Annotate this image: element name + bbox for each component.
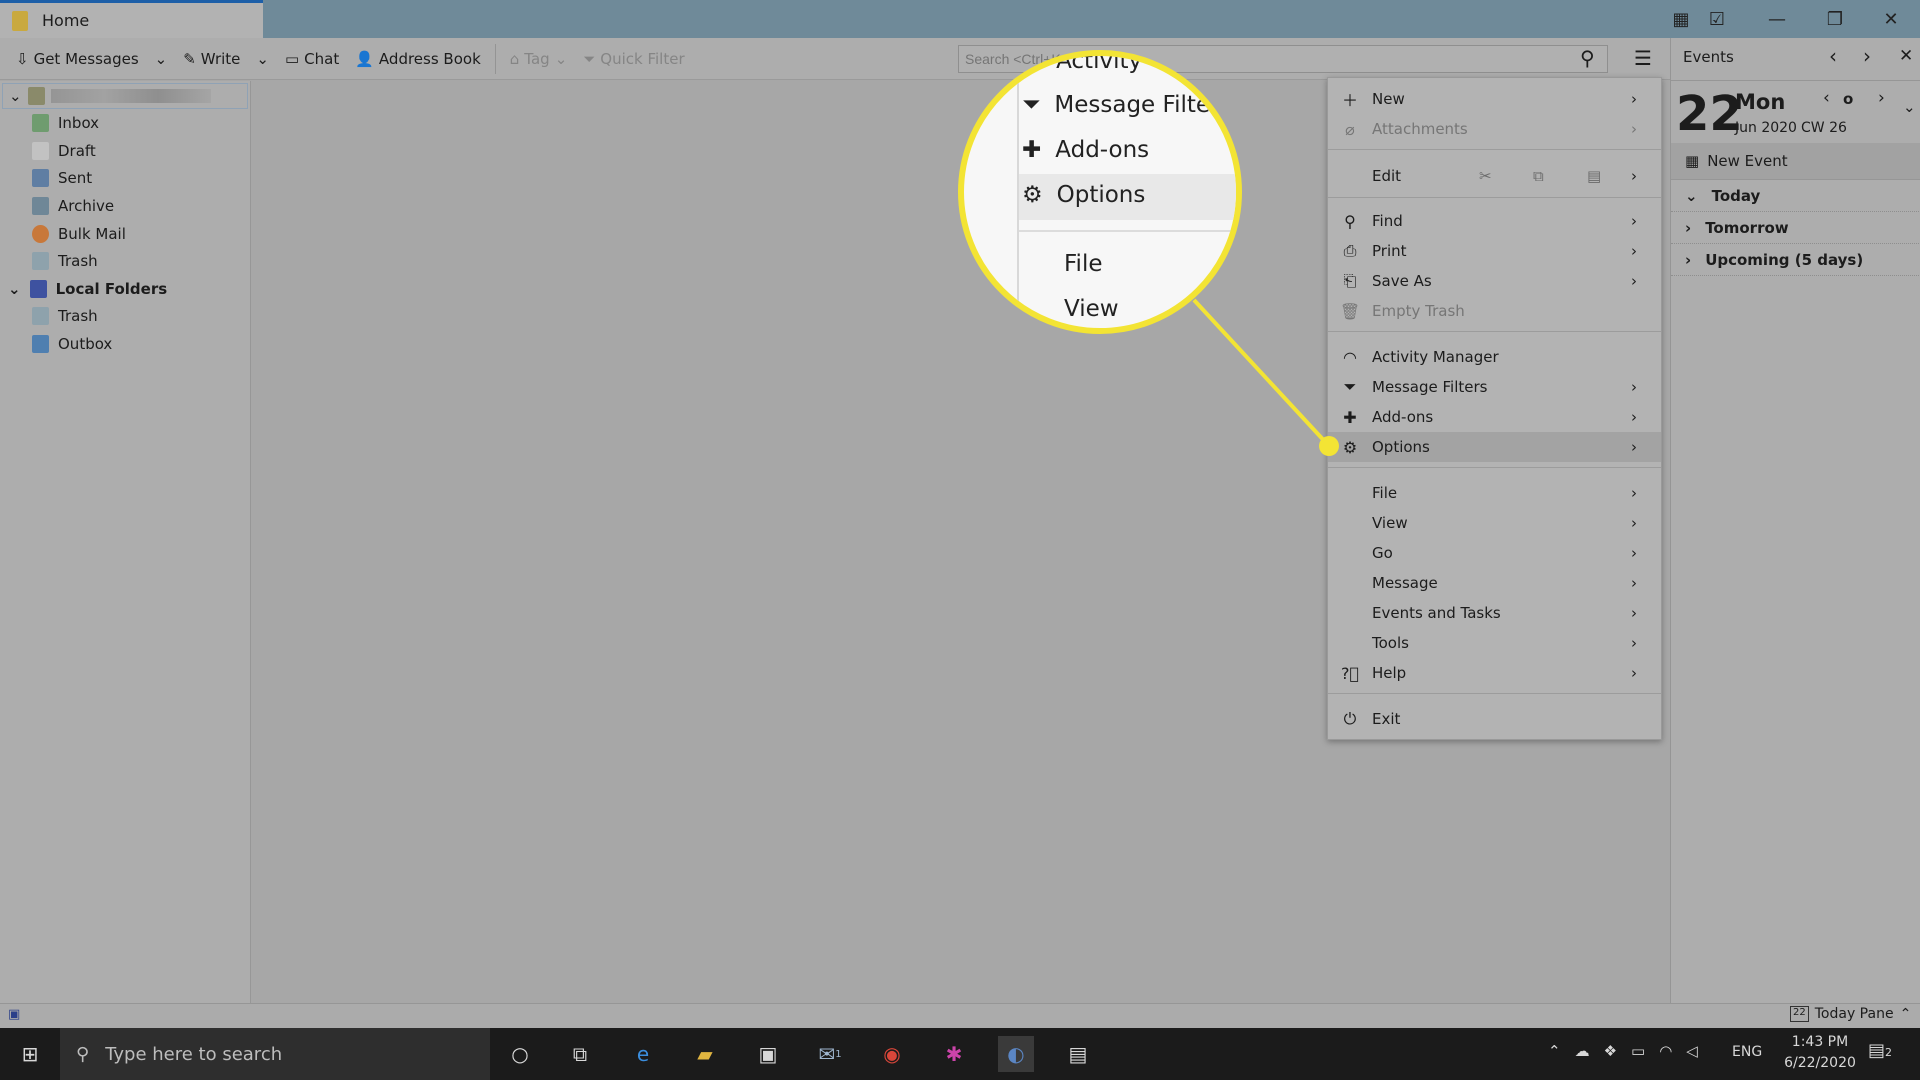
- magnified-file: File: [1064, 251, 1103, 277]
- callout-dot: [1319, 436, 1339, 456]
- magnified-label: File: [1064, 251, 1103, 277]
- magnifier-callout: ◠ Activity ⏷ Message Filte ✚ Add-ons ⚙ Optio…: [958, 50, 1242, 334]
- gear-icon: ⚙: [1022, 182, 1043, 208]
- magnified-label: Message Filte: [1054, 92, 1211, 118]
- magnified-addons: ✚ Add-ons: [1022, 137, 1149, 163]
- magnified-label: Options: [1056, 182, 1146, 208]
- callout-connector: [1192, 298, 1331, 448]
- magnified-message-filters: ⏷ Message Filte: [1022, 92, 1210, 118]
- funnel-icon: ⏷: [1022, 92, 1041, 118]
- magnified-label: Add-ons: [1055, 137, 1150, 163]
- magnified-label: Activity: [1056, 50, 1143, 74]
- magnified-options: ⚙ Options: [1022, 182, 1145, 208]
- magnified-label: View: [1064, 296, 1119, 322]
- magnified-view: View: [1064, 296, 1119, 322]
- puzzle-icon: ✚: [1022, 137, 1042, 163]
